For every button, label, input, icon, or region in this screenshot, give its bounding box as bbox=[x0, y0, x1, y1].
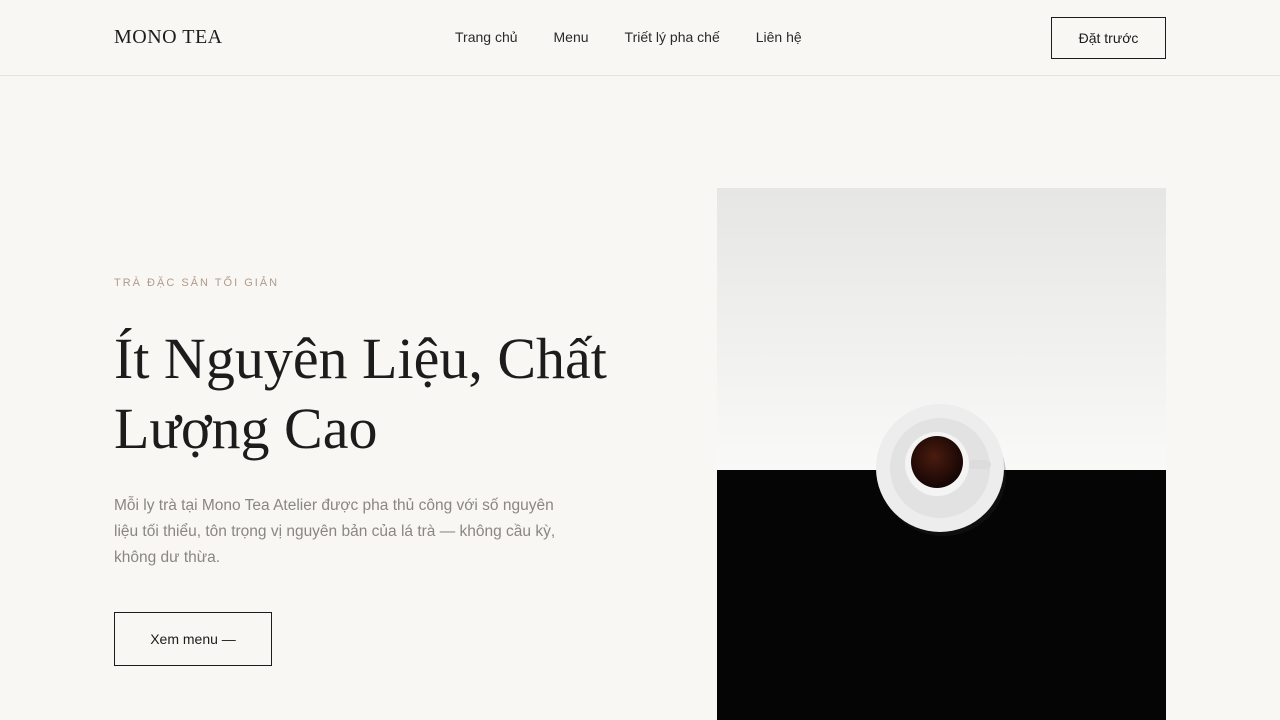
hero-title: Ít Nguyên Liệu, Chất Lượng Cao bbox=[114, 324, 674, 464]
hero-title-line-1: Ít Nguyên Liệu, Chất bbox=[114, 326, 607, 391]
main-nav: Trang chủ Menu Triết lý pha chế Liên hệ bbox=[455, 29, 838, 45]
hero-description: Mỗi ly trà tại Mono Tea Atelier được pha… bbox=[114, 497, 556, 566]
nav-link-menu[interactable]: Menu bbox=[554, 29, 589, 45]
tea-cup-photo bbox=[717, 188, 1166, 720]
reserve-button[interactable]: Đặt trước bbox=[1051, 17, 1166, 59]
hero-title-line-2: Lượng Cao bbox=[114, 396, 378, 461]
view-menu-button[interactable]: Xem menu — bbox=[114, 612, 272, 666]
site-header: MONO TEA Trang chủ Menu Triết lý pha chế… bbox=[0, 0, 1280, 76]
nav-link-contact[interactable]: Liên hệ bbox=[756, 29, 802, 45]
nav-link-home[interactable]: Trang chủ bbox=[455, 29, 518, 45]
hero-eyebrow: TRÀ ĐẶC SẢN TỐI GIẢN bbox=[114, 277, 280, 289]
nav-link-philosophy[interactable]: Triết lý pha chế bbox=[625, 29, 720, 45]
logo[interactable]: MONO TEA bbox=[114, 26, 223, 49]
